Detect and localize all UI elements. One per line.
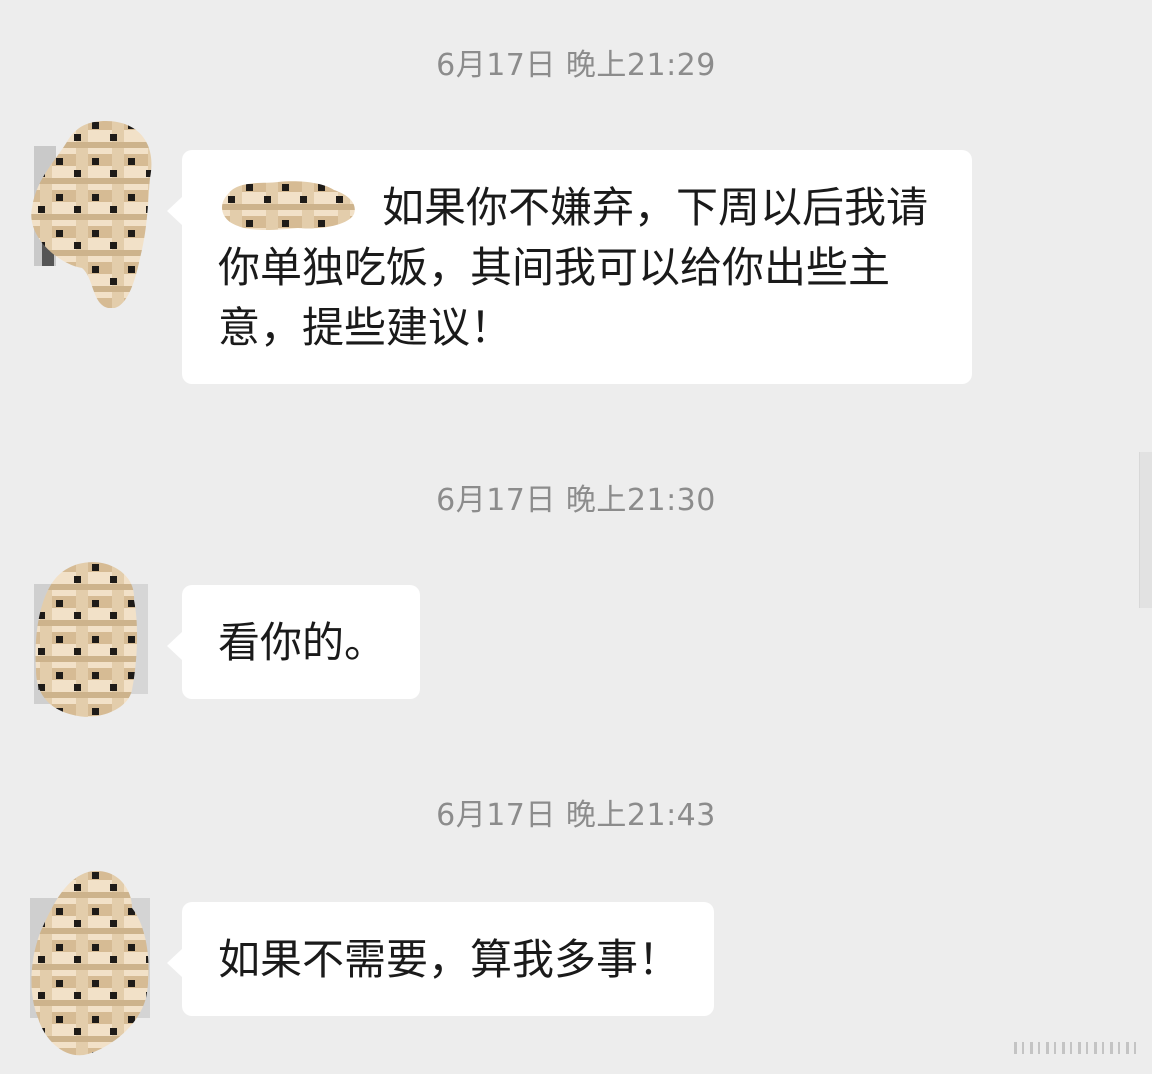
- mosaic-name-icon: [222, 181, 355, 230]
- avatar[interactable]: [28, 868, 152, 1056]
- watermark: [1010, 1036, 1140, 1060]
- mosaic-avatar-icon: [31, 121, 152, 308]
- avatar[interactable]: [28, 560, 152, 740]
- name-redaction: [218, 180, 356, 230]
- message-text: 看你的。: [218, 618, 387, 667]
- timestamp: 6月17日 晚上21:30: [436, 483, 716, 518]
- mosaic-avatar-icon: [34, 562, 148, 717]
- message-bubble[interactable]: 如果你不嫌弃，下周以后我请你单独吃饭，其间我可以给你出些主意，提些建议！: [167, 150, 972, 384]
- scrollbar[interactable]: [1139, 452, 1152, 608]
- timestamp: 6月17日 晚上21:29: [436, 48, 716, 83]
- barcode-icon: [1010, 1040, 1140, 1056]
- message-bubble[interactable]: 看你的。: [166, 585, 421, 699]
- message-bubble[interactable]: 如果不需要，算我多事！: [166, 902, 715, 1016]
- mosaic-avatar-icon: [30, 870, 150, 1056]
- avatar[interactable]: [28, 118, 152, 308]
- timestamp: 6月17日 晚上21:43: [436, 798, 716, 833]
- message-text: 如果不需要，算我多事！: [218, 935, 681, 984]
